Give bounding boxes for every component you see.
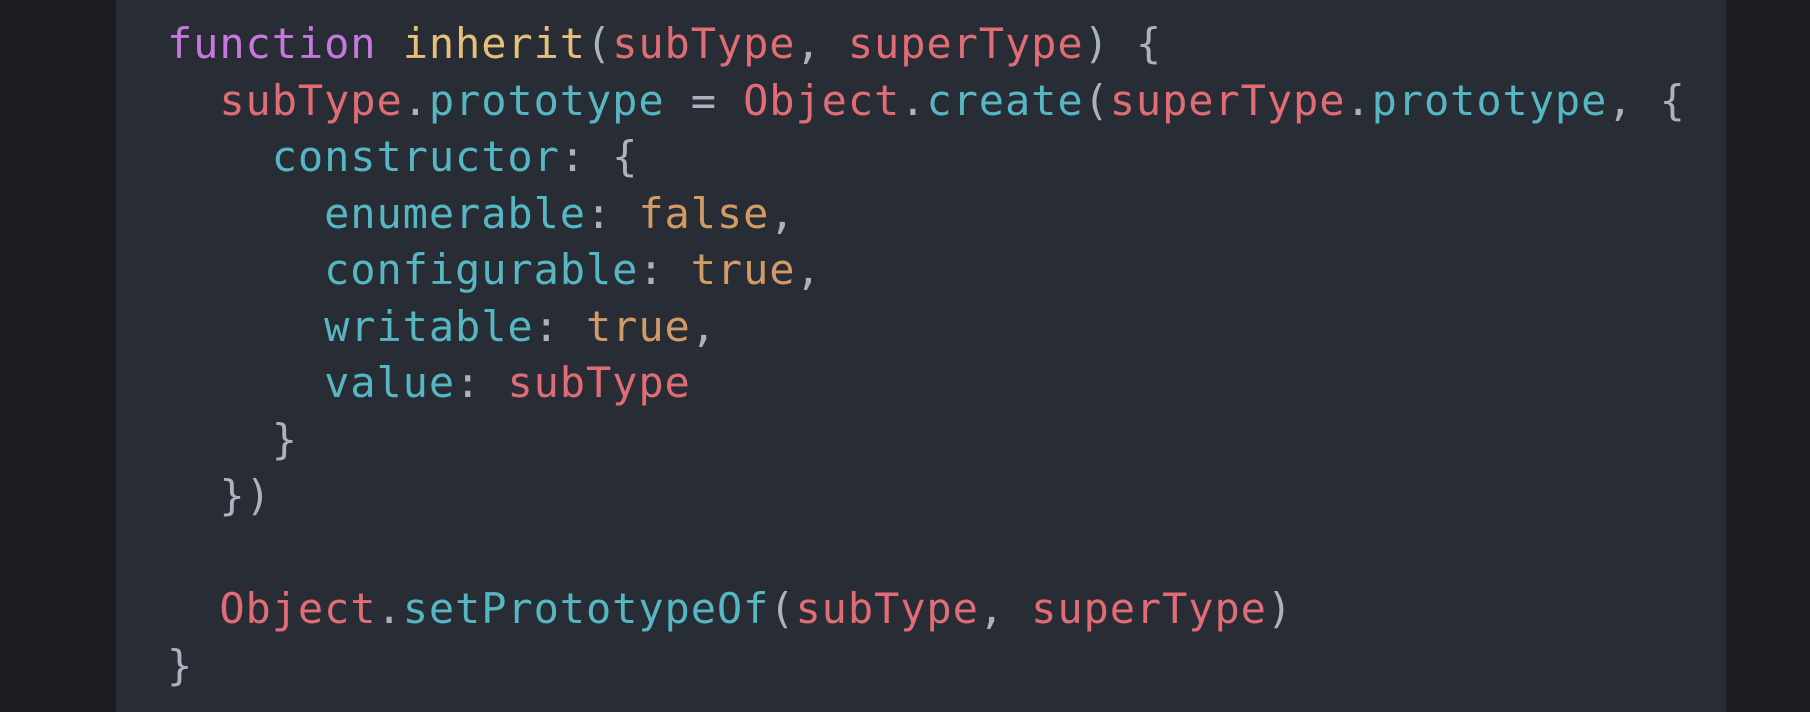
code-token-param: superType <box>847 19 1084 68</box>
code-token-punct <box>377 19 403 68</box>
code-token-punct <box>167 189 324 238</box>
code-token-punct: ( <box>1083 75 1110 125</box>
code-line: writable: true, <box>167 299 1726 356</box>
code-token-param: subType <box>612 19 796 68</box>
code-token-var: subType <box>219 75 403 125</box>
code-line: value: subType <box>167 355 1726 412</box>
code-token-punct: ) <box>1266 584 1294 633</box>
code-token-prop: prototype <box>1371 75 1608 125</box>
code-token-punct: ( <box>769 584 796 633</box>
code-line: } <box>167 412 1726 469</box>
code-line: }) <box>167 468 1726 525</box>
code-token-punct: . <box>1345 75 1372 125</box>
code-token-punct: : <box>533 301 586 351</box>
code-token-punct: : { <box>559 132 639 181</box>
code-token-prop: enumerable <box>324 188 586 238</box>
code-token-punct: , <box>690 301 717 351</box>
code-token-punct: , { <box>1607 75 1686 125</box>
code-token-var: subType <box>795 584 979 633</box>
code-token-obj: Object <box>743 75 901 125</box>
code-token-punct: } <box>167 640 194 690</box>
code-token-prop: setPrototypeOf <box>402 584 770 633</box>
code-token-punct: = <box>664 75 744 125</box>
code-token-punct: , <box>795 245 822 294</box>
code-token-punct: ) { <box>1083 19 1163 68</box>
code-token-obj: Object <box>219 584 377 633</box>
code-token-var: subType <box>507 358 691 407</box>
code-token-punct: . <box>900 75 927 125</box>
code-token-punct: } <box>167 414 298 464</box>
code-line: enumerable: false, <box>167 186 1726 243</box>
code-line: constructor: { <box>167 129 1726 186</box>
code-block: function inherit(subType, superType) { s… <box>167 16 1726 694</box>
code-token-var: superType <box>1031 584 1267 633</box>
code-line: ​ <box>167 525 1726 582</box>
code-token-prop: constructor <box>271 132 560 181</box>
code-token-bool: false <box>638 188 770 238</box>
code-token-punct <box>167 302 324 351</box>
code-token-punct: : <box>586 188 639 238</box>
code-token-punct <box>167 132 272 181</box>
code-line: function inherit(subType, superType) { <box>167 16 1726 73</box>
code-token-punct: : <box>638 245 691 294</box>
code-token-punct: ( <box>586 19 613 68</box>
code-token-punct: , <box>769 188 796 238</box>
code-token-prop: prototype <box>428 75 665 125</box>
code-token-punct: }) <box>167 471 272 520</box>
code-line: } <box>167 638 1726 695</box>
code-token-punct: . <box>402 75 429 125</box>
code-token-prop: create <box>926 75 1084 125</box>
code-token-prop: configurable <box>324 245 639 294</box>
code-token-punct: . <box>376 584 403 633</box>
code-token-punct <box>167 245 324 294</box>
code-token-bool: true <box>586 301 691 351</box>
code-token-punct <box>167 584 219 633</box>
code-token-prop: writable <box>324 301 534 351</box>
code-token-punct <box>167 358 324 407</box>
code-token-punct <box>167 76 219 125</box>
code-token-punct: : <box>455 358 508 407</box>
code-token-punct: , <box>795 19 848 68</box>
code-token-bool: true <box>690 245 796 294</box>
code-line: Object.setPrototypeOf(subType, superType… <box>167 581 1726 638</box>
code-token-prop: value <box>324 358 456 407</box>
screen: function inherit(subType, superType) { s… <box>0 0 1810 712</box>
code-token-fn: inherit <box>402 19 586 68</box>
code-token-var: superType <box>1109 75 1346 125</box>
code-line: subType.prototype = Object.create(superT… <box>167 73 1726 130</box>
code-token-keyword: function <box>167 19 377 68</box>
code-panel: function inherit(subType, superType) { s… <box>116 0 1726 712</box>
code-line: configurable: true, <box>167 242 1726 299</box>
code-token-punct: , <box>978 584 1032 633</box>
